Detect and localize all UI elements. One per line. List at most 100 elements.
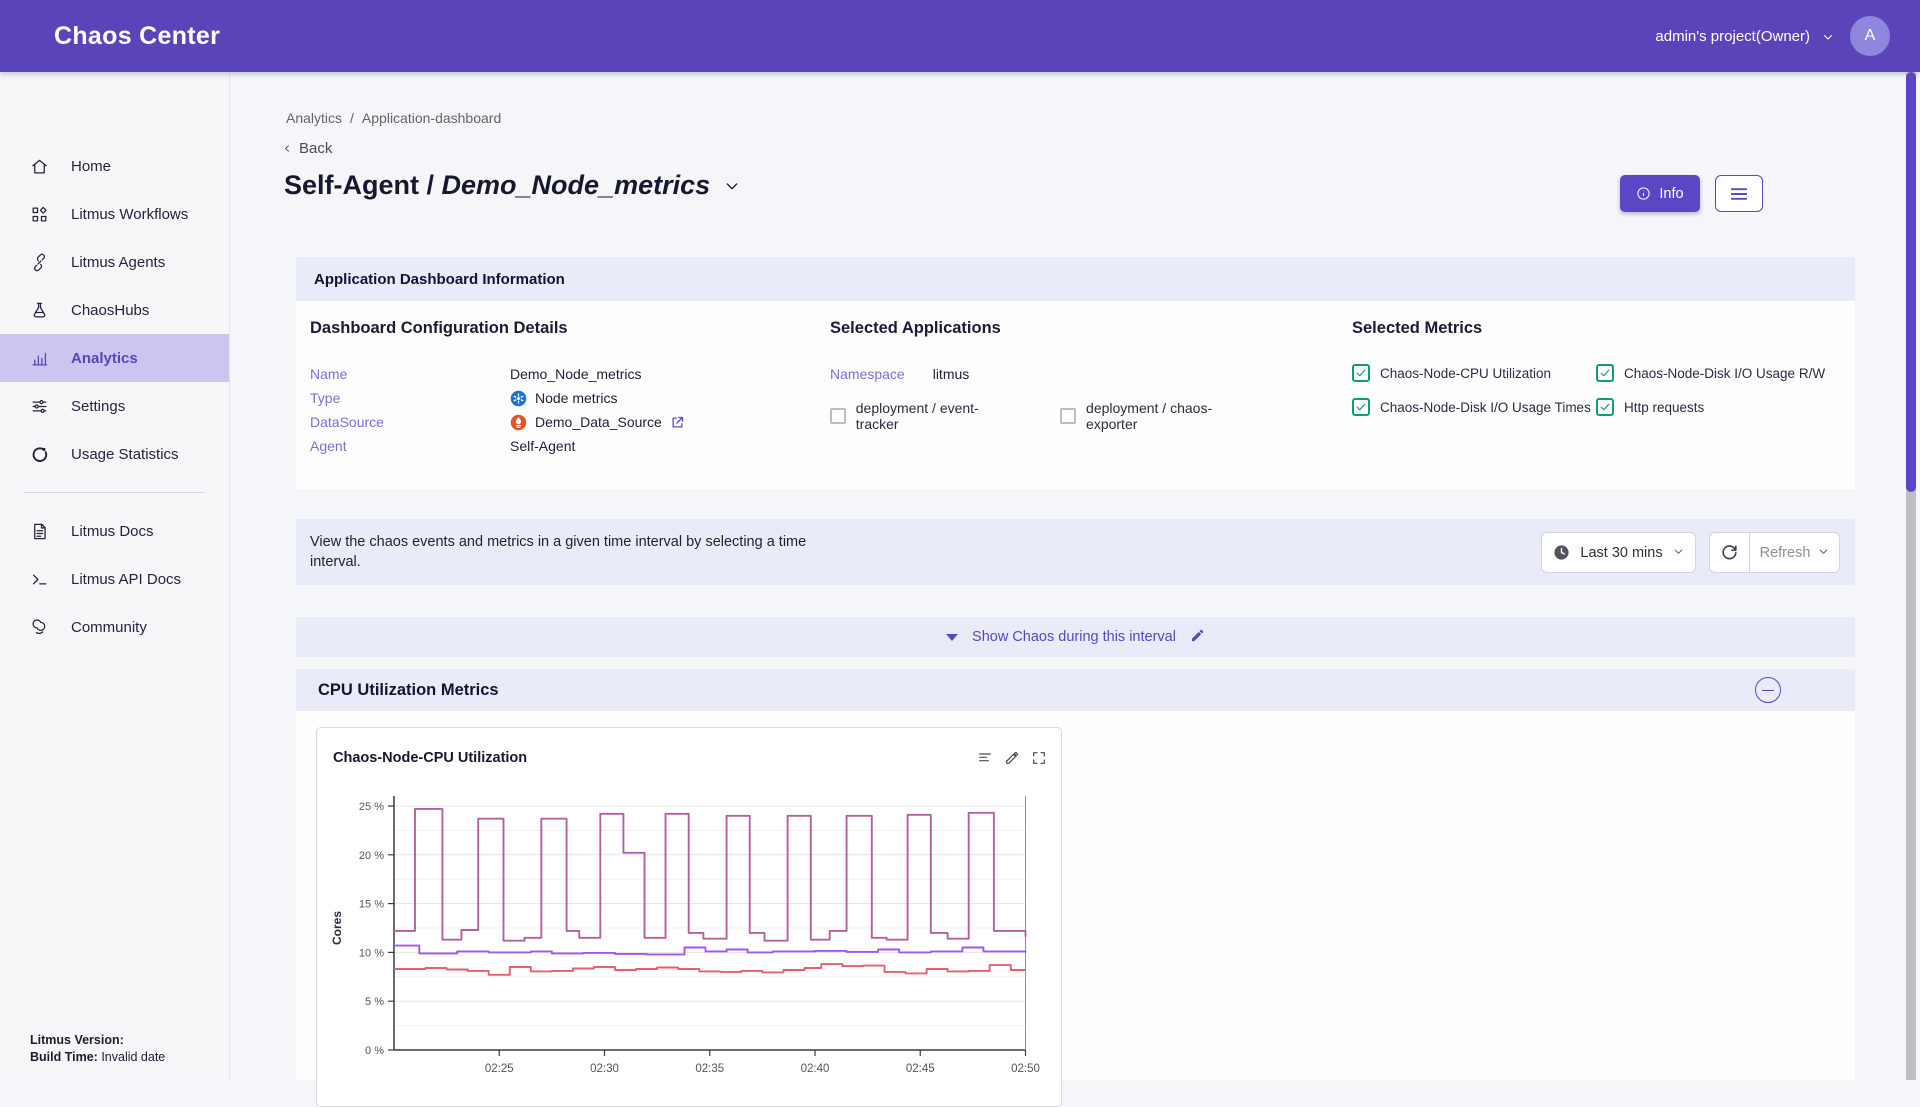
sidebar-item-analytics[interactable]: Analytics xyxy=(0,334,229,382)
analytics-chart-icon xyxy=(30,349,49,368)
usage-circle-icon xyxy=(30,445,49,464)
svg-text:02:50: 02:50 xyxy=(1011,1063,1040,1075)
metric-checkbox-chaos-node-disk-i-o-usage-r-w[interactable]: Chaos-Node-Disk I/O Usage R/W xyxy=(1596,364,1852,382)
namespace-label: Namespace xyxy=(830,366,905,382)
chevron-down-icon xyxy=(1822,30,1834,42)
chevron-left-icon xyxy=(282,143,293,154)
breadcrumb-analytics[interactable]: Analytics xyxy=(286,110,342,126)
settings-sliders-icon xyxy=(30,397,49,416)
application-dashboard-information-panel: Application Dashboard Information Dashbo… xyxy=(296,257,1855,489)
app-title: Chaos Center xyxy=(54,22,220,51)
config-row-name: Name Demo_Node_metrics xyxy=(310,362,780,386)
sidebar-item-chaoshubs[interactable]: ChaosHubs xyxy=(0,286,229,334)
chart-expand-icon[interactable] xyxy=(1031,750,1047,771)
app-checkbox-deployment-event-tracker[interactable]: deployment / event-tracker xyxy=(830,400,1018,432)
dashboard-select-chevron-icon[interactable] xyxy=(724,178,740,199)
collapse-section-button[interactable] xyxy=(1755,677,1781,703)
edit-pencil-icon[interactable] xyxy=(1190,628,1205,647)
time-interval-panel: View the chaos events and metrics in a g… xyxy=(296,519,1855,585)
sidebar-item-litmus-workflows[interactable]: Litmus Workflows xyxy=(0,190,229,238)
terminal-icon xyxy=(30,570,49,589)
selected-applications: Selected Applications Namespace litmus d… xyxy=(830,319,1260,432)
sidebar-item-litmus-docs[interactable]: Litmus Docs xyxy=(0,507,229,555)
svg-text:02:45: 02:45 xyxy=(906,1063,935,1075)
dashboard-menu-button[interactable] xyxy=(1715,175,1763,212)
hamburger-icon xyxy=(1729,186,1749,202)
docs-icon xyxy=(30,522,49,541)
namespace-value: litmus xyxy=(933,366,970,382)
checkbox-checked-icon[interactable] xyxy=(1596,364,1614,382)
sidebar: HomeLitmus WorkflowsLitmus AgentsChaosHu… xyxy=(0,72,230,1080)
config-row-agent: Agent Self-Agent xyxy=(310,434,780,458)
breadcrumb: Analytics / Application-dashboard xyxy=(286,110,501,126)
checkbox-unchecked-icon[interactable] xyxy=(1060,408,1076,424)
breadcrumb-application-dashboard[interactable]: Application-dashboard xyxy=(362,110,501,126)
triangle-down-icon xyxy=(946,634,958,641)
version-footer: Litmus Version: Build Time: Invalid date xyxy=(30,1032,165,1066)
chart-legend-lines-icon[interactable] xyxy=(977,750,993,771)
checkbox-checked-icon[interactable] xyxy=(1352,364,1370,382)
project-switcher[interactable]: admin's project(Owner) xyxy=(1655,28,1834,45)
refresh-interval-dropdown[interactable]: Refresh xyxy=(1750,532,1840,573)
agents-link-icon xyxy=(30,253,49,272)
sidebar-item-usage-statistics[interactable]: Usage Statistics xyxy=(0,430,229,478)
checkbox-unchecked-icon[interactable] xyxy=(830,408,846,424)
svg-text:15 %: 15 % xyxy=(359,899,384,911)
chart-title: Chaos-Node-CPU Utilization xyxy=(333,750,527,766)
build-time-label: Build Time: xyxy=(30,1050,98,1064)
sidebar-item-community[interactable]: Community xyxy=(0,603,229,651)
selected-metrics: Selected Metrics Chaos-Node-CPU Utilizat… xyxy=(1352,319,1852,416)
info-button[interactable]: Info xyxy=(1620,175,1700,212)
dashboard-configuration-details: Dashboard Configuration Details Name Dem… xyxy=(310,319,780,458)
avatar[interactable]: A xyxy=(1850,16,1890,56)
sidebar-item-home[interactable]: Home xyxy=(0,142,229,190)
node-metrics-icon xyxy=(510,390,527,407)
svg-text:Cores: Cores xyxy=(330,911,344,945)
back-button[interactable]: Back xyxy=(282,140,332,157)
svg-text:02:35: 02:35 xyxy=(695,1063,724,1075)
workflows-icon xyxy=(30,205,49,224)
show-chaos-toggle[interactable]: Show Chaos during this interval xyxy=(296,617,1855,657)
vertical-scrollbar[interactable] xyxy=(1906,72,1916,1080)
flask-icon xyxy=(30,301,49,320)
refresh-now-button[interactable] xyxy=(1709,532,1750,573)
sidebar-item-litmus-api-docs[interactable]: Litmus API Docs xyxy=(0,555,229,603)
config-row-datasource: DataSource Demo_Data_Source xyxy=(310,410,780,434)
breadcrumb-separator: / xyxy=(350,110,354,126)
metric-checkbox-chaos-node-disk-i-o-usage-times[interactable]: Chaos-Node-Disk I/O Usage Times xyxy=(1352,398,1596,416)
checkbox-checked-icon[interactable] xyxy=(1596,398,1614,416)
svg-text:20 %: 20 % xyxy=(359,850,384,862)
minus-icon xyxy=(1762,690,1774,691)
chevron-down-icon xyxy=(1673,545,1684,561)
cpu-utilization-chart-card: Chaos-Node-CPU Utilization 0 % 5 % 10 % 15 … xyxy=(316,727,1062,1107)
app-checkbox-deployment-chaos-exporter[interactable]: deployment / chaos-exporter xyxy=(1060,400,1260,432)
metric-checkbox-http-requests[interactable]: Http requests xyxy=(1596,398,1852,416)
svg-text:10 %: 10 % xyxy=(359,947,384,959)
svg-text:02:40: 02:40 xyxy=(801,1063,830,1075)
refresh-icon xyxy=(1720,543,1739,562)
svg-text:0 %: 0 % xyxy=(365,1045,384,1057)
config-row-type: Type Node metrics xyxy=(310,386,780,410)
checkbox-checked-icon[interactable] xyxy=(1352,398,1370,416)
prometheus-icon xyxy=(510,414,527,431)
community-icon xyxy=(30,618,49,637)
svg-text:25 %: 25 % xyxy=(359,801,384,813)
top-header-bar: Chaos Center admin's project(Owner) A xyxy=(0,0,1920,72)
cpu-utilization-section-header: CPU Utilization Metrics xyxy=(296,669,1855,711)
scrollbar-thumb[interactable] xyxy=(1906,72,1916,492)
svg-text:5 %: 5 % xyxy=(365,996,384,1008)
main-content: Analytics / Application-dashboard Back S… xyxy=(296,72,1855,1080)
info-icon xyxy=(1636,186,1651,201)
sidebar-item-litmus-agents[interactable]: Litmus Agents xyxy=(0,238,229,286)
cpu-utilization-chart: 0 %5 %10 %15 %20 %25 %02:2502:3002:3502:… xyxy=(319,780,1059,1080)
external-link-icon[interactable] xyxy=(670,415,685,430)
time-range-button[interactable]: Last 30 mins xyxy=(1541,532,1696,573)
metric-checkbox-chaos-node-cpu-utilization[interactable]: Chaos-Node-CPU Utilization xyxy=(1352,364,1596,382)
version-label: Litmus Version: xyxy=(30,1033,124,1047)
chart-edit-pencil-icon[interactable] xyxy=(1004,750,1020,771)
svg-text:02:30: 02:30 xyxy=(590,1063,619,1075)
page-title: Self-Agent / Demo_Node_metrics xyxy=(284,170,710,201)
project-label: admin's project(Owner) xyxy=(1655,28,1810,45)
sidebar-item-settings[interactable]: Settings xyxy=(0,382,229,430)
cpu-utilization-section-body: Chaos-Node-CPU Utilization 0 % 5 % 10 % 15 … xyxy=(296,711,1855,1080)
